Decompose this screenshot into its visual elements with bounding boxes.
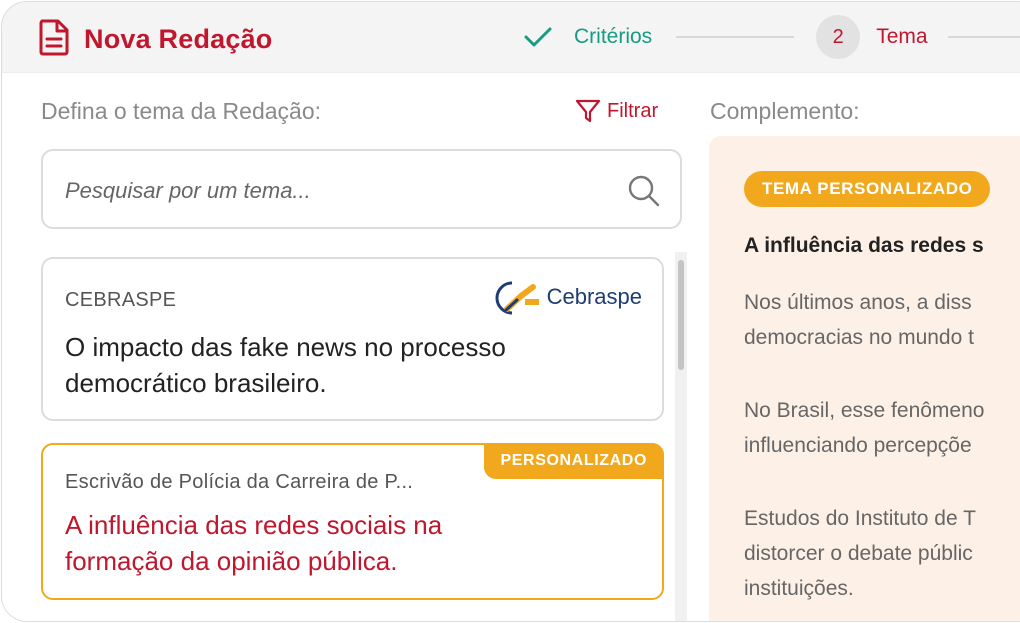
- search-icon[interactable]: [628, 175, 660, 212]
- new-essay-window: Nova Redação Critérios 2 Tema Defina o t…: [1, 1, 1020, 622]
- search-input[interactable]: [63, 171, 607, 211]
- card-title-line: formação da opinião pública.: [65, 546, 398, 576]
- paragraph-line: distorcer o debate públic: [744, 542, 973, 565]
- filter-label: Filtrar: [607, 99, 659, 122]
- complement-paragraph: Nos últimos anos, a diss democracias no …: [744, 285, 974, 355]
- complement-paragraph: No Brasil, esse fenômeno influenciando p…: [744, 393, 984, 463]
- document-icon: [38, 18, 70, 61]
- personalized-badge: PERSONALIZADO: [483, 443, 664, 479]
- theme-card[interactable]: CEBRASPE Cebraspe O impacto das fake new…: [41, 257, 664, 421]
- paragraph-line: influenciando percepçõe: [744, 434, 972, 457]
- complement-title: A influência das redes s: [744, 234, 984, 257]
- complement-label: Complemento:: [710, 98, 860, 124]
- scrollbar-thumb[interactable]: [678, 260, 684, 370]
- step-tema-label[interactable]: Tema: [876, 25, 927, 49]
- paragraph-line: No Brasil, esse fenômeno: [744, 399, 985, 422]
- cebraspe-logo: Cebraspe: [495, 279, 642, 315]
- step-criterios-label[interactable]: Critérios: [574, 25, 652, 49]
- card-title: O impacto das fake news no processo demo…: [65, 329, 635, 401]
- step-connector-next: [947, 36, 1020, 38]
- theme-section-label: Defina o tema da Redação:: [41, 98, 322, 124]
- card-title-line: A influência das redes sociais na: [65, 510, 443, 540]
- card-title-line: O impacto das fake news no processo: [65, 332, 506, 362]
- filter-icon: [575, 99, 601, 123]
- theme-list[interactable]: CEBRASPE Cebraspe O impacto das fake new…: [2, 242, 702, 621]
- card-source: Escrivão de Polícia da Carreira de P...: [65, 471, 414, 493]
- search-box[interactable]: [41, 149, 682, 229]
- card-title-line: democrático brasileiro.: [65, 368, 327, 398]
- paragraph-line: instituições.: [744, 577, 854, 600]
- stepper: Critérios 2 Tema: [522, 15, 1020, 59]
- complement-panel: TEMA PERSONALIZADO A influência das rede…: [709, 136, 1020, 621]
- title-group: Nova Redação: [38, 18, 272, 61]
- checkmark-icon: [522, 15, 554, 59]
- filter-button[interactable]: Filtrar: [575, 98, 658, 124]
- step-number-badge: 2: [816, 15, 861, 59]
- custom-theme-badge: TEMA PERSONALIZADO: [744, 171, 991, 207]
- paragraph-line: Estudos do Instituto de T: [744, 507, 976, 530]
- theme-card-selected[interactable]: PERSONALIZADO Escrivão de Polícia da Car…: [41, 443, 664, 600]
- page-title: Nova Redação: [84, 24, 273, 54]
- card-source: CEBRASPE: [65, 289, 177, 311]
- card-title: A influência das redes sociais na formaç…: [65, 507, 635, 579]
- cebraspe-logo-text: Cebraspe: [546, 284, 642, 309]
- complement-paragraph: Estudos do Instituto de T distorcer o de…: [744, 501, 976, 606]
- step-connector: [676, 36, 795, 38]
- cebraspe-logo-mark: [495, 281, 539, 315]
- header-bar: Nova Redação Critérios 2 Tema: [2, 2, 1020, 73]
- paragraph-line: Nos últimos anos, a diss: [744, 291, 972, 314]
- paragraph-line: democracias no mundo t: [744, 326, 974, 349]
